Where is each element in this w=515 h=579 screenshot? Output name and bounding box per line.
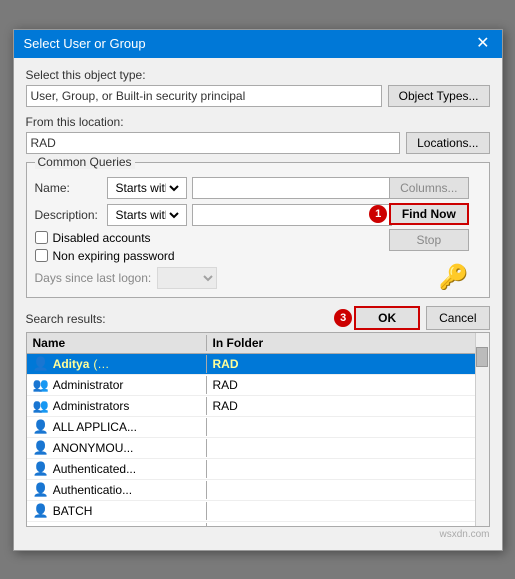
name-filter-select[interactable]: Starts with [112,180,182,196]
table-row[interactable]: 👥 Administrators RAD [27,396,489,417]
table-rows-container: 👤Aditya (…2RAD👥AdministratorRAD👥Administ… [27,354,489,527]
title-bar: Select User or Group ✕ [14,30,502,58]
cell-name: 👤 BATCH [27,502,207,520]
cell-name-text: BATCH [53,504,93,518]
user-icon: 👥 [33,398,49,414]
user-icon: 👤 [33,419,49,435]
cell-name-text: Administrators [53,399,130,413]
table-data: Name In Folder 👤Aditya (…2RAD👥Administra… [27,333,489,527]
table-row[interactable]: 👤Aditya (…2RAD [27,354,489,375]
group-content: Columns... 1 Find Now Stop 🔑 Name: Start… [35,169,481,289]
cell-name: 👥 Administrators [27,397,207,415]
table-row[interactable]: 👤 Authenticated... [27,459,489,480]
cell-folder [207,447,489,449]
user-icon: 👤 [33,356,49,372]
user-icon: 👤 [33,503,49,519]
desc-filter-select[interactable]: Starts with [112,207,182,223]
cell-name: 👥 Administrator [27,376,207,394]
user-icon: 👥 [33,524,49,527]
user-icon: 👥 [33,377,49,393]
disabled-accounts-checkbox[interactable] [35,231,48,244]
name-filter-wrapper[interactable]: Starts with [107,177,187,199]
right-buttons-panel: Columns... 1 Find Now Stop 🔑 [389,177,468,292]
cell-name-text: Aditya [53,357,90,371]
object-type-label: Select this object type: [26,68,490,82]
cell-name-extra: (… [93,357,109,371]
location-row: Locations... [26,132,490,154]
dialog-body: Select this object type: Object Types...… [14,58,502,550]
object-types-button[interactable]: Object Types... [388,85,490,107]
badge-3: 3 [334,309,352,327]
cell-folder [207,510,489,512]
object-type-row: Object Types... [26,85,490,107]
table-row[interactable]: 👤 Authenticatio... [27,480,489,501]
cell-folder: RAD [207,377,489,393]
cell-name: 👥 CONSOLE L... [27,523,207,527]
close-button[interactable]: ✕ [474,36,491,52]
cell-folder [207,426,489,428]
desc-filter-wrapper[interactable]: Starts with [107,204,187,226]
cell-name-text: Authenticated... [53,462,136,476]
cell-name-text: Administrator [53,378,124,392]
cell-name: 👤 ANONYMOU... [27,439,207,457]
object-type-input[interactable] [26,85,382,107]
watermark: wsxdn.com [26,529,490,540]
location-input[interactable] [26,132,401,154]
col-folder-header: In Folder [207,335,489,351]
table-row[interactable]: 👤 ANONYMOU... [27,438,489,459]
table-container: Name In Folder 👤Aditya (…2RAD👥Administra… [27,333,489,527]
cell-name-text: Authenticatio... [53,483,132,497]
common-queries-group: Common Queries Columns... 1 Find Now Sto… [26,162,490,298]
results-table: Name In Folder 👤Aditya (…2RAD👥Administra… [26,332,490,527]
stop-button[interactable]: Stop [389,229,468,251]
cell-name-text: ANONYMOU... [53,441,134,455]
table-row[interactable]: 👥 CONSOLE L... [27,522,489,527]
name-label: Name: [35,181,107,195]
ok-cancel-row: 3 OK Cancel [354,306,489,330]
user-icon: 👤 [33,461,49,477]
col-name-header: Name [27,335,207,351]
cell-name: 👤 Authenticatio... [27,481,207,499]
disabled-accounts-label: Disabled accounts [53,231,151,245]
name-query-input[interactable] [192,177,392,199]
cell-folder: RAD [207,356,489,372]
cell-name: 👤Aditya (…2 [27,355,207,373]
table-header: Name In Folder [27,333,489,354]
scrollbar[interactable] [475,333,489,527]
location-label: From this location: [26,115,490,129]
common-queries-tab[interactable]: Common Queries [35,155,135,169]
cell-name: 👤 ALL APPLICA... [27,418,207,436]
scrollbar-thumb[interactable] [476,347,488,367]
cell-folder [207,489,489,491]
search-results-label: Search results: [26,312,106,326]
key-icon: 🔑 [389,263,468,292]
table-row[interactable]: 👥 Administrator RAD [27,375,489,396]
days-select[interactable] [157,267,217,289]
select-user-dialog: Select User or Group ✕ Select this objec… [13,29,503,551]
cell-folder [207,468,489,470]
cell-folder: RAD [207,398,489,414]
cell-name: 👤 Authenticated... [27,460,207,478]
non-expiring-label: Non expiring password [53,249,175,263]
user-icon: 👤 [33,482,49,498]
description-label: Description: [35,208,107,222]
locations-button[interactable]: Locations... [406,132,489,154]
find-now-button[interactable]: 1 Find Now [389,203,468,225]
cell-name-text: CONSOLE L... [53,525,132,527]
badge-1: 1 [369,205,387,223]
days-label: Days since last logon: [35,271,152,285]
non-expiring-checkbox[interactable] [35,249,48,262]
user-icon: 👤 [33,440,49,456]
table-row[interactable]: 👤 BATCH [27,501,489,522]
cancel-button[interactable]: Cancel [426,306,489,330]
columns-button[interactable]: Columns... [389,177,468,199]
cell-name-text: ALL APPLICA... [53,420,137,434]
table-row[interactable]: 👤 ALL APPLICA... [27,417,489,438]
dialog-title: Select User or Group [24,36,146,51]
desc-query-input[interactable] [192,204,392,226]
ok-button[interactable]: 3 OK [354,306,420,330]
